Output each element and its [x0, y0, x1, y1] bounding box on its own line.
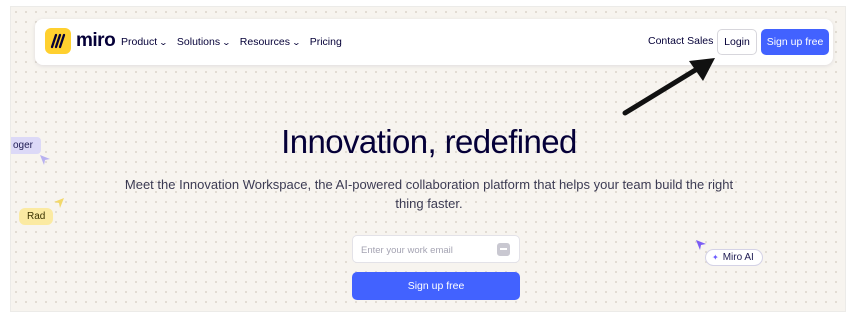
chevron-down-icon: ⌄ — [291, 37, 302, 47]
miro-logo[interactable]: miro — [45, 28, 116, 54]
nav-item-label: Product — [121, 36, 158, 48]
password-key-icon[interactable] — [497, 243, 510, 256]
nav-item-pricing[interactable]: Pricing — [310, 36, 342, 48]
login-button[interactable]: Login — [717, 29, 757, 55]
nav-item-resources[interactable]: Resources ⌄ — [239, 36, 302, 48]
collaborator-tag-roger: oger — [11, 137, 42, 154]
logo-wordmark: miro — [76, 30, 116, 51]
cursor-ai-icon — [696, 240, 706, 250]
cursor-roger-icon — [40, 155, 50, 165]
nav-item-label: Solutions — [176, 36, 221, 48]
email-input[interactable] — [361, 241, 491, 259]
hero-title: Innovation, redefined — [281, 123, 577, 160]
nav-item-label: Resources — [239, 36, 290, 48]
nav-item-product[interactable]: Product ⌄ — [121, 36, 169, 48]
miro-ai-label: Miro AI — [722, 252, 754, 263]
sparkle-icon: ✦ — [712, 253, 719, 262]
page-canvas: miro Product ⌄ Solutions ⌄ Resources ⌄ P… — [10, 6, 846, 312]
hero-signup-button[interactable]: Sign up free — [352, 272, 520, 300]
email-field[interactable] — [352, 235, 520, 263]
miro-ai-tag: ✦ Miro AI — [705, 249, 763, 266]
cursor-rad-icon — [54, 198, 64, 208]
chevron-down-icon: ⌄ — [158, 37, 169, 47]
nav-menu: Product ⌄ Solutions ⌄ Resources ⌄ Pricin… — [121, 19, 352, 65]
miro-logo-icon — [45, 28, 71, 54]
nav-item-solutions[interactable]: Solutions ⌄ — [176, 36, 232, 48]
arrow-annotation-icon — [622, 58, 715, 116]
hero-subtitle: Meet the Innovation Workspace, the AI-po… — [124, 177, 734, 211]
header-signup-button[interactable]: Sign up free — [761, 29, 829, 55]
chevron-down-icon: ⌄ — [221, 37, 232, 47]
contact-sales-link[interactable]: Contact Sales — [648, 35, 713, 47]
collaborator-tag-rad: Rad — [19, 208, 54, 225]
nav-item-label: Pricing — [309, 36, 342, 48]
